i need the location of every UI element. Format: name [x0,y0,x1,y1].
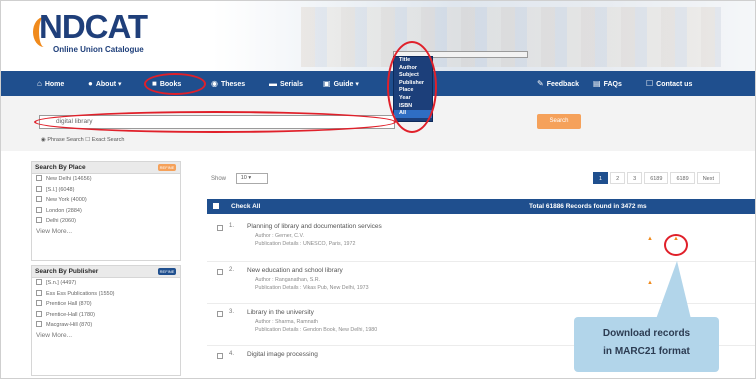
next-page-button[interactable]: Next [696,172,720,184]
record-checkbox[interactable] [217,311,223,317]
view-more-link[interactable]: View More... [32,331,180,341]
checkbox[interactable] [36,175,42,181]
results-total: Total 61886 Records found in 3472 ms [529,203,647,210]
nav-guide[interactable]: ▣ Guide ▾ [323,71,359,96]
record-author: Author : Sharma, Ramnath [255,319,319,325]
nav-contact[interactable]: ☐ Contact us [646,71,692,96]
facet-item[interactable]: Macgraw-Hill (870) [32,320,180,331]
check-all-label: Check All [231,203,261,210]
nav-feedback[interactable]: ✎ Feedback [537,71,579,96]
home-icon: ⌂ [37,79,42,88]
page-frame: NDCAT Online Union Catalogue ⌂ Home ● Abou… [0,0,756,379]
divider [207,261,755,262]
record-publication: Publication Details : Gendon Book, New D… [255,327,378,333]
facet-item[interactable]: Prentice-Hall (1780) [32,310,180,321]
record-author: Author : Ranganathan, S.R. [255,277,321,283]
record-number: 3. [229,309,235,315]
facet-publisher: Search By Publisher REFINE [S.n.] (4497)… [31,265,181,376]
record-title-link[interactable]: Planning of library and documentation se… [247,223,382,230]
page-button[interactable]: 2 [610,172,626,184]
facet-sidebar: Search By Place REFINE New Delhi (14656)… [31,161,181,376]
page-button[interactable]: 3 [627,172,643,184]
download-marc-icon[interactable]: ▲ [647,280,653,286]
record-checkbox[interactable] [217,269,223,275]
nav-serials[interactable]: ▬ Serials [269,71,303,96]
page-size-select[interactable]: 10 ▾ [235,173,268,184]
checkbox[interactable] [36,196,42,202]
header-banner-image [301,7,721,67]
record-number: 4. [229,351,235,357]
record-publication: Publication Details : UNESCO, Paris, 197… [255,241,356,247]
record-publication: Publication Details : Vikas Pub, New Del… [255,285,369,291]
faq-icon: ▤ [593,79,601,88]
info-icon: ● [88,79,93,88]
books-highlight-ring [144,73,206,95]
facet-item[interactable]: New York (4000) [32,195,180,206]
facet-title: Search By Place [35,164,86,171]
record-checkbox[interactable] [217,353,223,359]
logo-subtitle: Online Union Catalogue [53,45,144,54]
checkbox[interactable] [36,279,42,285]
facet-item[interactable]: New Delhi (14656) [32,174,180,185]
indcat-logo[interactable]: NDCAT Online Union Catalogue [33,9,183,64]
page-button[interactable]: 6189 [670,172,695,184]
search-highlight-ring [34,111,396,133]
nav-home[interactable]: ⌂ Home [37,71,64,96]
site-header: NDCAT Online Union Catalogue [1,1,755,71]
logo-title: NDCAT [39,8,148,45]
facet-item[interactable]: [S.l.] (6048) [32,185,180,196]
main-nav: ⌂ Home ● About ▾ ■ Books ◉ Theses ▬ Serials ▣… [1,71,755,96]
facet-title: Search By Publisher [35,268,99,275]
facet-refine-button[interactable]: REFINE [158,164,176,171]
divider [207,303,755,304]
feedback-icon: ✎ [537,79,544,88]
facet-item[interactable]: London (2884) [32,206,180,217]
checkbox[interactable] [36,289,42,296]
facet-item[interactable]: [S.n.] (4497) [32,278,180,289]
contact-icon: ☐ [646,79,654,88]
facet-refine-button[interactable]: REFINE [158,268,176,275]
view-more-link[interactable]: View More... [32,227,180,237]
record-number: 2. [229,267,235,273]
result-record: 2. New education and school library Auth… [207,263,755,307]
page-size-control: Show 10 ▾ [211,173,268,184]
annotation-callout: Download records in MARC21 format [574,317,719,372]
record-title-link[interactable]: Library in the university [247,309,314,316]
record-title-link[interactable]: New education and school library [247,267,343,274]
pagination: 1 2 3 6189 6189 Next [593,172,722,184]
record-number: 1. [229,223,235,229]
record-title-link[interactable]: Digital image processing [247,351,318,358]
checkbox[interactable] [36,300,42,306]
results-header-bar: Check All Total 61886 Records found in 3… [207,199,755,214]
download-highlight-ring [664,234,688,256]
nav-faqs[interactable]: ▤ FAQs [593,71,622,96]
checkbox[interactable] [36,217,42,223]
nav-theses[interactable]: ◉ Theses [211,71,245,96]
checkbox[interactable] [36,310,42,317]
checkbox[interactable] [36,206,42,213]
callout-line-2: in MARC21 format [603,346,690,357]
facet-item[interactable]: Delhi (2060) [32,216,180,227]
serials-icon: ▬ [269,79,277,88]
nav-about[interactable]: ● About ▾ [88,71,122,96]
dropdown-highlight-ring [387,41,437,133]
phrase-search-radio[interactable]: ◉ [41,137,46,143]
page-button[interactable]: 1 [593,172,609,184]
search-options: ◉ Phrase Search ☐ Exact Search [41,137,125,143]
checkbox[interactable] [36,185,42,192]
record-checkbox[interactable] [217,225,223,231]
facet-item[interactable]: Prentice Hall (870) [32,299,180,310]
search-button[interactable]: Search [537,114,581,129]
guide-icon: ▣ [323,79,331,88]
checkbox[interactable] [36,321,42,327]
facet-item[interactable]: Ess Ess Publications (1550) [32,289,180,300]
record-author: Author : Gerner, C.V. [255,233,304,239]
check-all-checkbox[interactable] [213,203,219,209]
facet-place: Search By Place REFINE New Delhi (14656)… [31,161,181,261]
download-marc-icon[interactable]: ▲ [647,236,653,242]
exact-search-checkbox[interactable]: ☐ [85,137,90,143]
globe-icon: ◉ [211,79,218,88]
page-button[interactable]: 6189 [644,172,669,184]
callout-line-1: Download records [602,328,691,339]
